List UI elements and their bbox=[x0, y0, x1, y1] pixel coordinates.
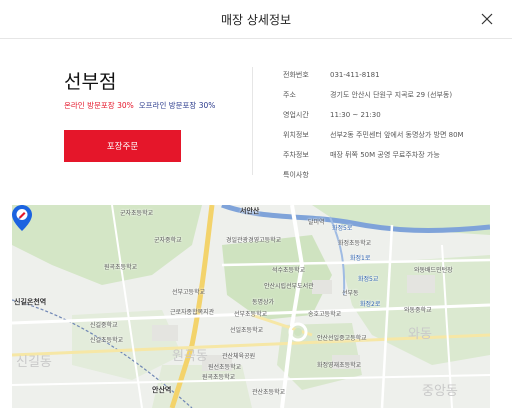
map-label: 달미역 bbox=[308, 219, 325, 226]
info-value: 경기도 안산시 단원구 지곡로 29 (선부동) bbox=[330, 91, 453, 99]
info-row-notes: 특이사항 bbox=[283, 165, 464, 185]
map-label: 선일초등학교 bbox=[230, 327, 264, 334]
info-label: 특이사항 bbox=[283, 171, 309, 179]
map-label: 선부동 bbox=[342, 290, 359, 297]
store-name: 선부점 bbox=[64, 71, 117, 93]
modal-header: 매장 상세정보 bbox=[0, 0, 512, 39]
info-value: 031-411-8181 bbox=[330, 71, 380, 79]
map-label: 신길동 bbox=[16, 355, 52, 370]
online-discount: 온라인 방문포장 30% bbox=[64, 101, 134, 110]
map-label: 원선초등학교 bbox=[208, 364, 242, 371]
map-label: 군자중학교 bbox=[154, 237, 182, 244]
map-label: 중앙동 bbox=[422, 384, 458, 399]
info-row-parking: 주차정보 매장 뒤쪽 50M 공영 무료주차장 가능 bbox=[283, 145, 464, 165]
map-label: 화정초등학교 bbox=[338, 240, 372, 247]
info-value: 매장 뒤쪽 50M 공영 무료주차장 가능 bbox=[330, 151, 440, 159]
discount-info: 온라인 방문포장 30% 오프라인 방문포장 30% bbox=[64, 100, 215, 111]
map-label: 석수초등학교 bbox=[272, 267, 306, 274]
map-label: 경일관광경영고등학교 bbox=[226, 237, 282, 244]
map-label: 안산역 bbox=[152, 386, 172, 394]
map-label: 화정5교 bbox=[358, 276, 379, 283]
store-info: 전화번호 031-411-8181 주소 경기도 안산시 단원구 지곡로 29 (선… bbox=[283, 65, 464, 185]
map-label: 신길중학교 bbox=[90, 322, 118, 329]
map-label: 관산초등학교 bbox=[252, 389, 286, 396]
map-label: 안산선일중고등학교 bbox=[317, 335, 367, 342]
info-label: 위치정보 bbox=[283, 131, 309, 139]
pickup-order-button[interactable]: 포장주문 bbox=[64, 130, 181, 162]
map-label: 화정5로 bbox=[332, 225, 353, 232]
store-map[interactable]: 군자초등학교 군자중학교 서안산 달미역 경일관광경영고등학교 화정5로 화정초… bbox=[12, 205, 490, 408]
info-value: 11:30 ~ 21:30 bbox=[330, 111, 381, 119]
map-label: 서안산 bbox=[240, 207, 260, 215]
store-panel: 선부점 온라인 방문포장 30% 오프라인 방문포장 30% 포장주문 전화번호 0… bbox=[0, 39, 512, 203]
map-label: 선부초등학교 bbox=[234, 311, 268, 318]
map-label: 안산시립선부도서관 bbox=[264, 283, 314, 290]
map-label: 와동배드민턴장 bbox=[414, 267, 453, 274]
map-label: 원곡초등학교 bbox=[202, 374, 236, 381]
info-row-address: 주소 경기도 안산시 단원구 지곡로 29 (선부동) bbox=[283, 85, 464, 105]
info-value: 선부2동 주민센터 앞에서 동명상가 방면 80M bbox=[330, 131, 464, 139]
map-label: 화정1로 bbox=[350, 255, 371, 262]
map-label: 와동 bbox=[408, 327, 432, 342]
info-label: 주차정보 bbox=[283, 151, 309, 159]
modal-title: 매장 상세정보 bbox=[220, 13, 292, 27]
map-label: 원곡초등학교 bbox=[104, 264, 138, 271]
map-label: 동명상가 bbox=[252, 299, 275, 306]
info-label: 주소 bbox=[283, 91, 296, 99]
info-label: 영업시간 bbox=[283, 111, 309, 119]
info-row-hours: 영업시간 11:30 ~ 21:30 bbox=[283, 105, 464, 125]
map-label: 원곡동 bbox=[172, 349, 208, 364]
map-label: 화정2로 bbox=[360, 301, 381, 308]
map-label: 선부고등학교 bbox=[172, 289, 206, 296]
map-label: 신길초등학교 bbox=[90, 337, 124, 344]
close-icon[interactable] bbox=[480, 12, 494, 26]
map-label: 근로자종합복지관 bbox=[170, 309, 215, 316]
map-label: 와동중학교 bbox=[404, 307, 432, 314]
info-row-phone: 전화번호 031-411-8181 bbox=[283, 65, 464, 85]
offline-discount: 오프라인 방문포장 30% bbox=[138, 101, 216, 110]
location-pin-icon[interactable] bbox=[12, 205, 32, 231]
map-label: 화정영재초등학교 bbox=[317, 362, 362, 369]
map-label: 군자초등학교 bbox=[120, 210, 154, 217]
map-label: 신길온천역 bbox=[14, 298, 47, 306]
divider bbox=[252, 67, 253, 175]
map-label: 송호고등학교 bbox=[308, 311, 342, 318]
map-label: 관산체육공원 bbox=[222, 353, 256, 360]
info-label: 전화번호 bbox=[283, 71, 309, 79]
info-row-location: 위치정보 선부2동 주민센터 앞에서 동명상가 방면 80M bbox=[283, 125, 464, 145]
